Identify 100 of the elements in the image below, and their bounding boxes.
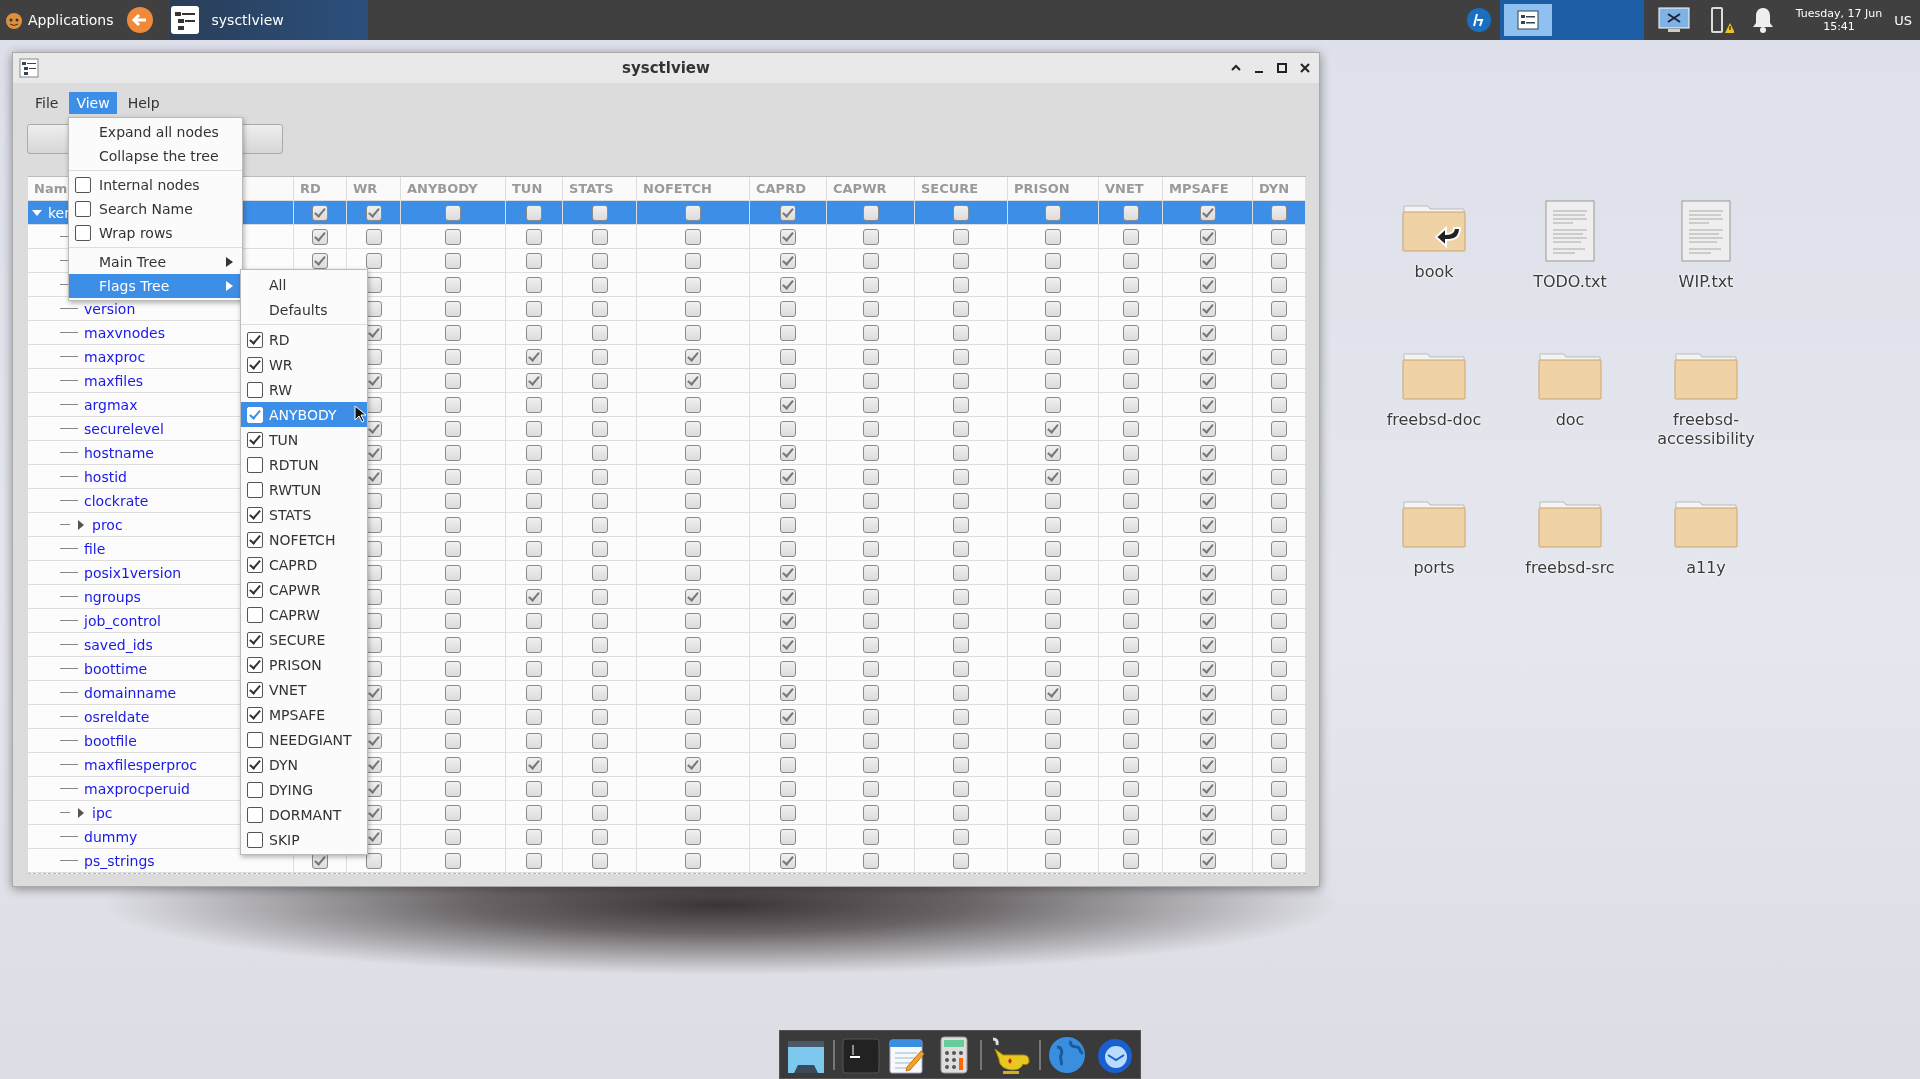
checkbox[interactable] <box>953 372 969 389</box>
smiley-face-icon[interactable] <box>4 10 24 30</box>
checkbox[interactable] <box>445 420 461 437</box>
checkbox[interactable] <box>365 252 382 269</box>
checkbox[interactable] <box>445 276 461 293</box>
checkbox[interactable] <box>1045 276 1061 293</box>
checkbox[interactable] <box>862 612 879 629</box>
checkbox[interactable] <box>1122 780 1139 797</box>
menu-item[interactable]: SECURE <box>241 627 367 652</box>
checkbox[interactable] <box>1045 732 1061 749</box>
checkbox[interactable] <box>1045 828 1061 845</box>
checkbox[interactable] <box>1045 420 1061 437</box>
checkbox[interactable] <box>1122 732 1139 749</box>
checkbox[interactable] <box>526 636 542 653</box>
node-name[interactable]: bootfile <box>84 732 137 749</box>
checkbox[interactable] <box>1271 348 1287 365</box>
checkbox[interactable] <box>1271 300 1287 317</box>
checkbox[interactable] <box>862 516 879 533</box>
checkbox[interactable] <box>1122 540 1139 557</box>
checkbox[interactable] <box>780 420 796 437</box>
checkbox[interactable] <box>1271 444 1287 461</box>
checkbox[interactable] <box>685 252 701 269</box>
checkbox[interactable] <box>1199 324 1216 341</box>
checkbox[interactable] <box>445 348 461 365</box>
checkbox[interactable] <box>953 780 969 797</box>
node-name[interactable]: maxproc <box>84 348 146 365</box>
checkbox[interactable] <box>1271 612 1287 629</box>
checkbox[interactable] <box>1122 516 1139 533</box>
checkbox[interactable] <box>1199 852 1216 869</box>
menu-item[interactable]: Search Name <box>69 197 242 221</box>
checkbox[interactable] <box>1271 828 1287 845</box>
menu-item[interactable]: Main Tree <box>69 250 242 274</box>
checkbox[interactable] <box>526 756 542 773</box>
checkbox[interactable] <box>445 756 461 773</box>
checkbox[interactable] <box>591 780 608 797</box>
checkbox[interactable] <box>1045 804 1061 821</box>
checkbox[interactable] <box>685 396 701 413</box>
checkbox[interactable] <box>953 804 969 821</box>
node-name[interactable]: clockrate <box>84 492 149 509</box>
checkbox[interactable] <box>1122 684 1139 701</box>
checkbox[interactable] <box>862 852 879 869</box>
checkbox[interactable] <box>445 804 461 821</box>
node-name[interactable]: domainname <box>84 684 177 701</box>
checkbox[interactable] <box>780 540 796 557</box>
checkbox[interactable] <box>685 636 701 653</box>
checkbox[interactable] <box>862 756 879 773</box>
checkbox[interactable] <box>1271 588 1287 605</box>
checkbox[interactable] <box>953 612 969 629</box>
checkbox[interactable] <box>526 276 542 293</box>
checkbox[interactable] <box>685 228 701 245</box>
checkbox[interactable] <box>526 780 542 797</box>
checkbox[interactable] <box>591 228 608 245</box>
checkbox[interactable] <box>862 636 879 653</box>
menu-item[interactable]: Wrap rows <box>69 221 242 245</box>
checkbox[interactable] <box>591 612 608 629</box>
checkbox[interactable] <box>591 468 608 485</box>
checkbox[interactable] <box>1045 540 1061 557</box>
menu-item[interactable]: Collapse the tree <box>69 144 242 168</box>
checkbox[interactable] <box>1199 684 1216 701</box>
checkbox[interactable] <box>365 204 382 221</box>
desktop-icon-label[interactable]: book <box>1366 262 1502 281</box>
collapsed-arrow-icon[interactable] <box>76 807 86 818</box>
node-name[interactable]: saved_ids <box>84 636 153 653</box>
checkbox[interactable] <box>1122 396 1139 413</box>
checkbox[interactable] <box>685 348 701 365</box>
checkbox[interactable] <box>685 420 701 437</box>
checkbox[interactable] <box>445 468 461 485</box>
checkbox[interactable] <box>1199 804 1216 821</box>
checkbox[interactable] <box>685 492 701 509</box>
desktop-icon-label[interactable]: freebsd-accessibility <box>1638 410 1774 448</box>
menu-item[interactable]: MPSAFE <box>241 702 367 727</box>
checkbox[interactable] <box>591 516 608 533</box>
checkbox[interactable] <box>526 612 542 629</box>
checkbox[interactable] <box>1199 756 1216 773</box>
checkbox[interactable] <box>1271 324 1287 341</box>
checkbox[interactable] <box>780 444 796 461</box>
desktop-icon-label[interactable]: freebsd-src <box>1502 558 1638 577</box>
applications-menu-button[interactable]: Applications <box>0 0 120 40</box>
checkbox[interactable] <box>526 708 542 725</box>
checkbox[interactable] <box>862 804 879 821</box>
checkbox[interactable] <box>526 420 542 437</box>
checkbox[interactable] <box>862 780 879 797</box>
checkbox[interactable] <box>862 828 879 845</box>
node-name[interactable]: dummy <box>84 828 138 845</box>
checkbox[interactable] <box>780 396 796 413</box>
checkbox[interactable] <box>591 396 608 413</box>
node-name[interactable]: maxprocperuid <box>84 780 190 797</box>
checkbox[interactable] <box>1199 300 1216 317</box>
checkbox[interactable] <box>953 756 969 773</box>
checkbox[interactable] <box>685 828 701 845</box>
checkbox[interactable] <box>685 708 701 725</box>
checkbox[interactable] <box>685 756 701 773</box>
checkbox[interactable] <box>591 300 608 317</box>
checkbox[interactable] <box>862 252 879 269</box>
menu-item[interactable]: Expand all nodes <box>69 120 242 144</box>
checkbox[interactable] <box>1045 636 1061 653</box>
checkbox[interactable] <box>780 828 796 845</box>
checkbox[interactable] <box>591 564 608 581</box>
checkbox[interactable] <box>953 468 969 485</box>
checkbox[interactable] <box>591 348 608 365</box>
